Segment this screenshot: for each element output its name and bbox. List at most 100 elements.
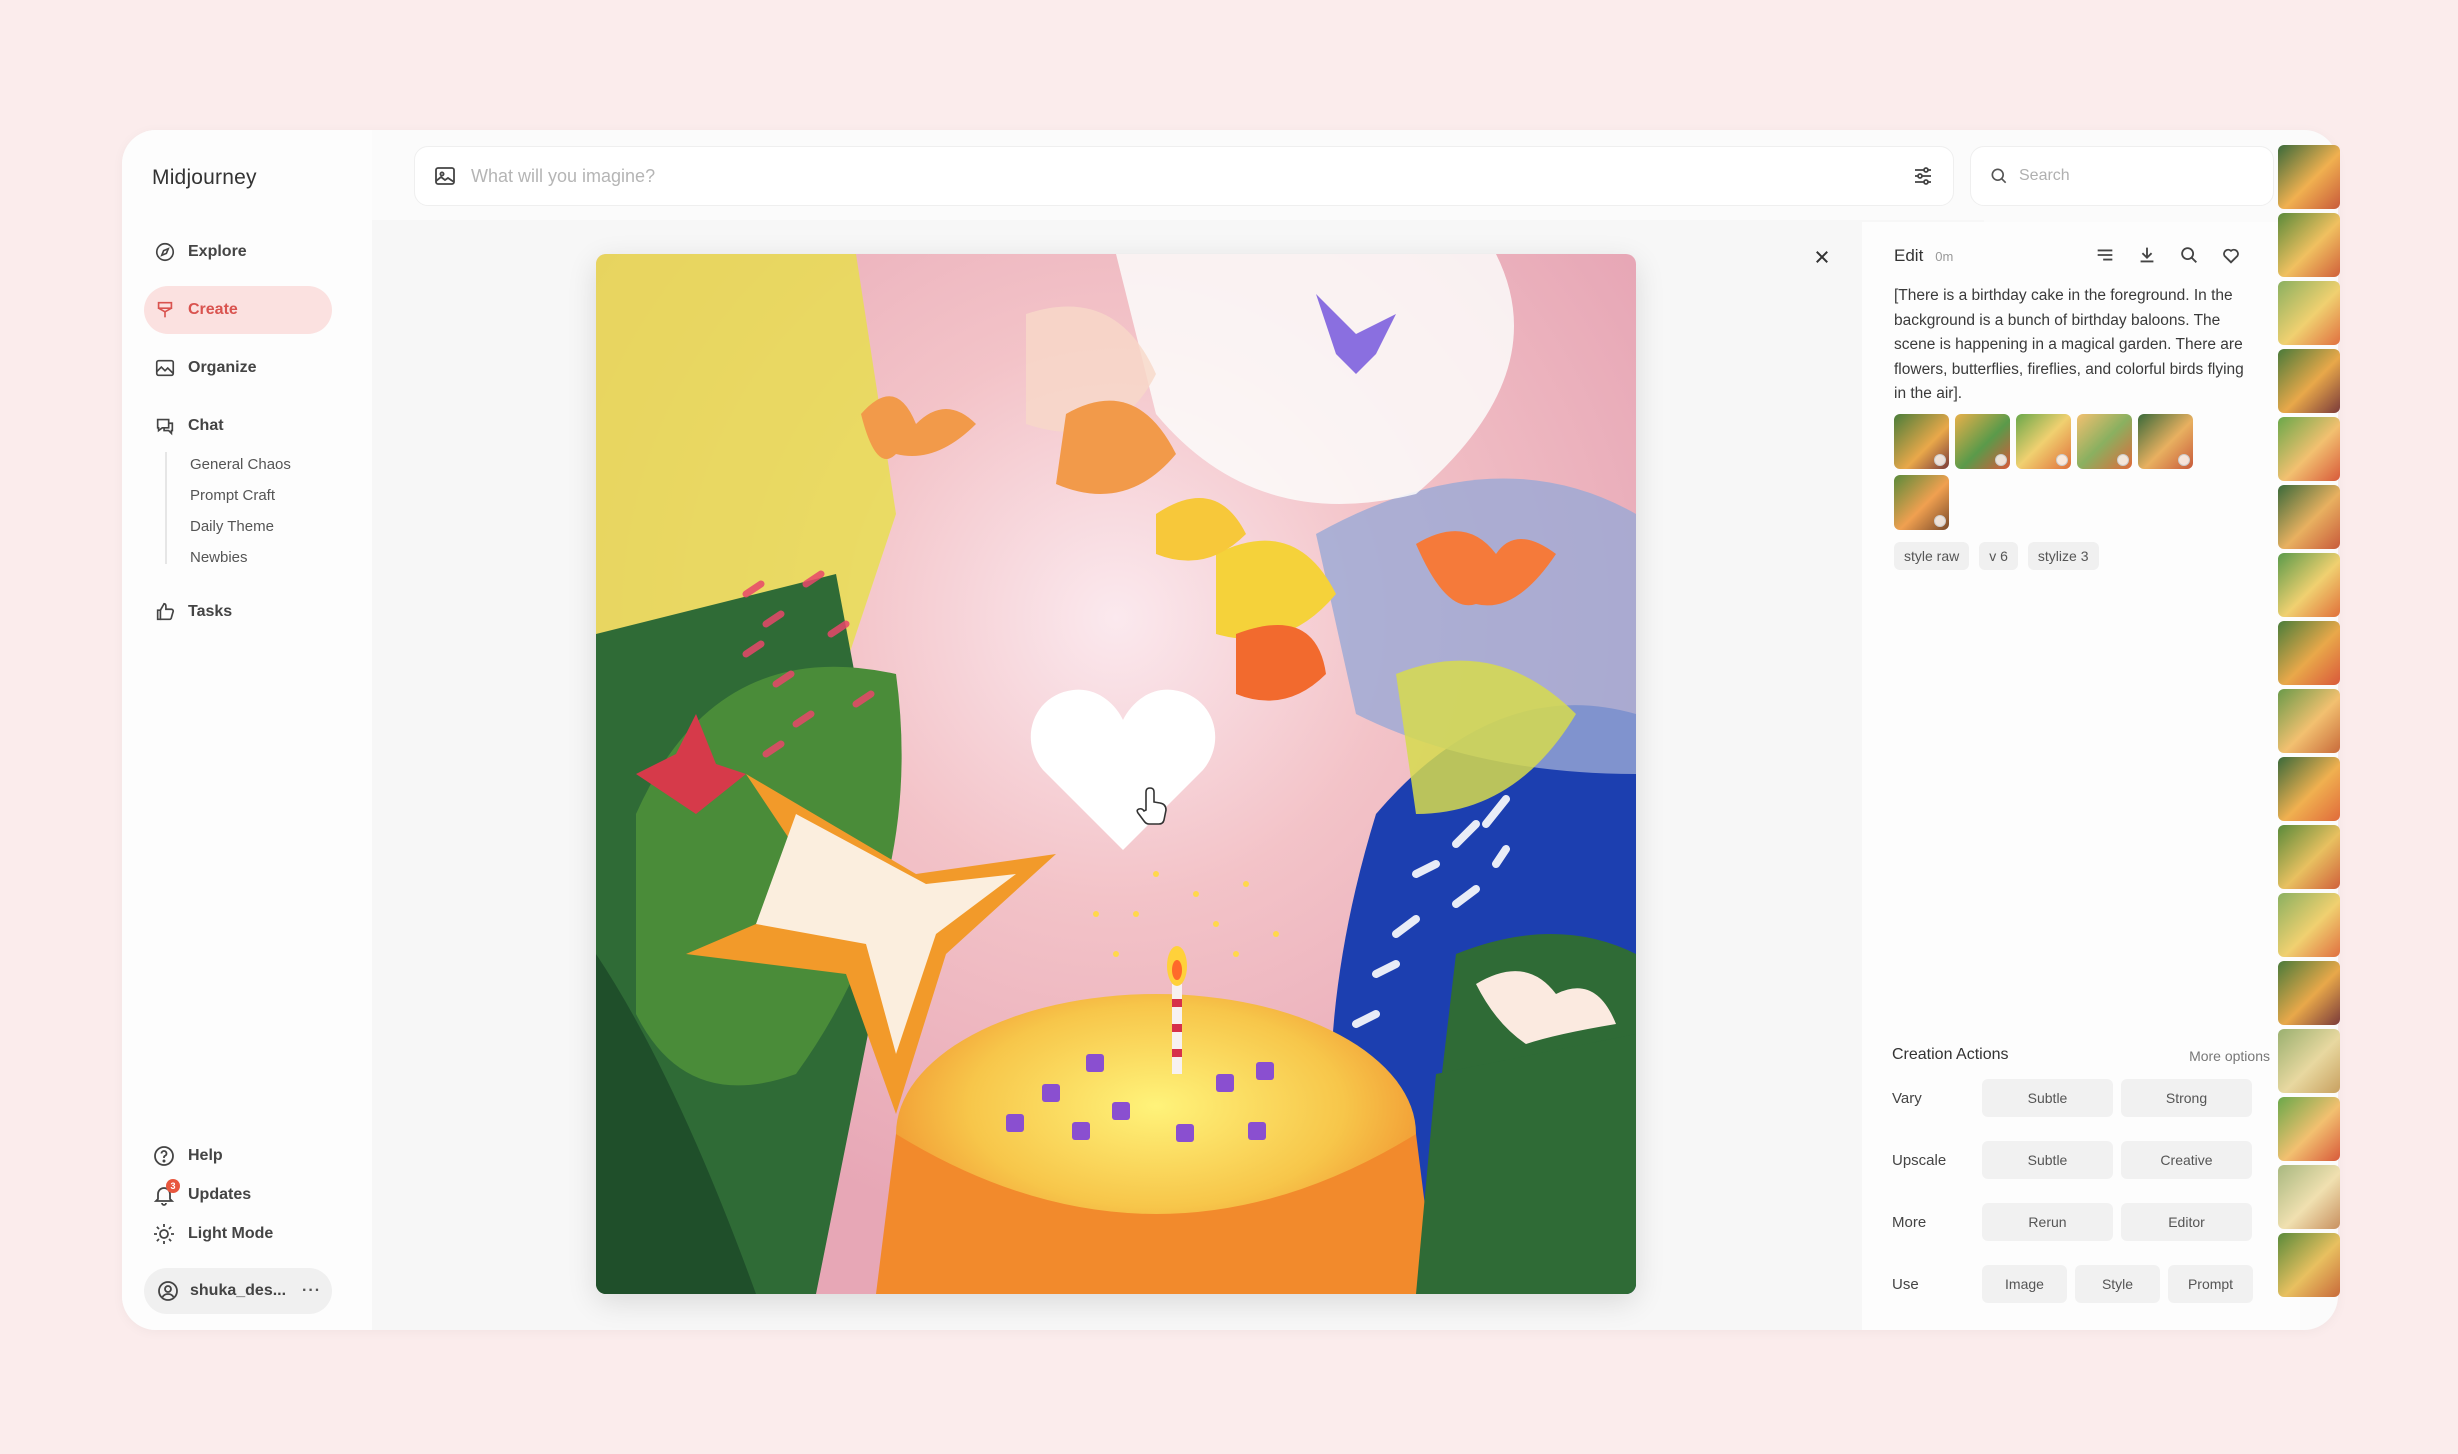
heart-like-icon[interactable] — [1028, 685, 1218, 855]
history-thumbnail[interactable] — [2278, 213, 2340, 277]
sidebar-item-chat[interactable]: Chat — [144, 402, 332, 450]
use-prompt-button[interactable]: Prompt — [2168, 1265, 2253, 1303]
history-thumbnail[interactable] — [2278, 757, 2340, 821]
upscale-row: Upscale Subtle Creative — [1892, 1140, 2272, 1180]
imagine-input[interactable] — [471, 165, 1911, 187]
chat-room-daily-theme[interactable]: Daily Theme — [190, 518, 274, 535]
history-thumbnail[interactable] — [2278, 145, 2340, 209]
history-thumbnail[interactable] — [2278, 893, 2340, 957]
more-icon[interactable]: ··· — [302, 1282, 321, 1300]
sidebar-item-create[interactable]: Create — [144, 286, 332, 334]
tag-style-raw[interactable]: style raw — [1894, 542, 1970, 570]
reference-badge-icon — [1934, 515, 1946, 527]
imagine-bar — [414, 146, 1954, 206]
search-bar — [1970, 146, 2274, 206]
reference-badge-icon — [2117, 454, 2129, 466]
creation-actions-title: Creation Actions — [1892, 1046, 2009, 1063]
chat-room-prompt-craft[interactable]: Prompt Craft — [190, 487, 275, 504]
history-thumbnail[interactable] — [2278, 1029, 2340, 1093]
panel-toolbar — [2094, 244, 2242, 266]
brush-icon — [157, 301, 173, 318]
like-heart-icon[interactable] — [2220, 244, 2242, 266]
help-label: Help — [188, 1147, 223, 1164]
light-mode-label: Light Mode — [188, 1225, 274, 1242]
vary-label: Vary — [1892, 1089, 1922, 1107]
upscale-subtle-button[interactable]: Subtle — [1982, 1141, 2113, 1179]
details-panel: Edit 0m [There is a birthday cake in the… — [1862, 222, 2300, 1330]
vary-subtle-button[interactable]: Subtle — [1982, 1079, 2113, 1117]
updates-link[interactable]: 3 Updates — [152, 1179, 252, 1207]
sidebar-item-label: Chat — [188, 417, 224, 434]
history-thumbnail[interactable] — [2278, 689, 2340, 753]
search-zoom-icon[interactable] — [2178, 244, 2200, 266]
upscale-creative-button[interactable]: Creative — [2121, 1141, 2252, 1179]
history-thumbnail[interactable] — [2278, 485, 2340, 549]
rerun-button[interactable]: Rerun — [1982, 1203, 2113, 1241]
reference-thumbnail[interactable] — [1894, 414, 1949, 469]
panel-header: Edit 0m — [1894, 246, 1953, 266]
tag-version[interactable]: v 6 — [1979, 542, 2018, 570]
history-thumbnail[interactable] — [2278, 553, 2340, 617]
download-icon[interactable] — [2136, 244, 2158, 266]
reference-images — [1894, 414, 2214, 530]
prompt-text[interactable]: [There is a birthday cake in the foregro… — [1894, 284, 2246, 407]
image-upload-icon[interactable] — [433, 164, 457, 188]
use-style-button[interactable]: Style — [2075, 1265, 2160, 1303]
search-input[interactable] — [2019, 167, 2255, 185]
updates-label: Updates — [188, 1186, 252, 1203]
close-button[interactable] — [1807, 242, 1837, 272]
bell-wrap: 3 — [152, 1179, 180, 1207]
sun-icon — [154, 1224, 174, 1244]
sidebar-item-label: Create — [188, 301, 238, 318]
compass-icon — [155, 242, 175, 262]
light-mode-toggle[interactable]: Light Mode — [152, 1222, 273, 1246]
history-thumbnail[interactable] — [2278, 417, 2340, 481]
sidebar-item-label: Organize — [188, 359, 257, 376]
username: shuka_des... — [190, 1282, 287, 1299]
reference-badge-icon — [2178, 454, 2190, 466]
history-thumbnail[interactable] — [2278, 281, 2340, 345]
sidebar-item-explore[interactable]: Explore — [144, 228, 332, 276]
sidebar-item-organize[interactable]: Organize — [144, 344, 332, 392]
tag-stylize[interactable]: stylize 3 — [2027, 542, 2099, 570]
use-row: Use Image Style Prompt — [1892, 1264, 2272, 1304]
use-image-button[interactable]: Image — [1982, 1265, 2067, 1303]
list-icon[interactable] — [2094, 244, 2116, 266]
more-options-link[interactable]: More options — [2189, 1048, 2270, 1064]
timestamp: 0m — [1935, 249, 1954, 264]
reference-thumbnail[interactable] — [2077, 414, 2132, 469]
history-thumbnail[interactable] — [2278, 825, 2340, 889]
upscale-label: Upscale — [1892, 1151, 1947, 1169]
history-thumbnail[interactable] — [2278, 349, 2340, 413]
brand-logo[interactable]: Midjourney — [152, 166, 257, 190]
sidebar-item-tasks[interactable]: Tasks — [144, 588, 332, 636]
user-chip[interactable]: shuka_des... ··· — [144, 1268, 332, 1314]
editor-button[interactable]: Editor — [2121, 1203, 2252, 1241]
reference-thumbnail[interactable] — [2016, 414, 2071, 469]
more-label: More — [1892, 1213, 1927, 1231]
reference-thumbnail[interactable] — [2138, 414, 2193, 469]
chat-tree-line — [165, 452, 167, 564]
reference-thumbnail[interactable] — [1955, 414, 2010, 469]
app-window: Midjourney Explore Create Organize Chat … — [122, 130, 2338, 1330]
history-thumbnail[interactable] — [2278, 961, 2340, 1025]
sidebar-item-label: Tasks — [188, 603, 233, 620]
image-icon — [155, 359, 175, 377]
chat-room-newbies[interactable]: Newbies — [190, 549, 248, 566]
history-thumbnail[interactable] — [2278, 621, 2340, 685]
chat-room-general-chaos[interactable]: General Chaos — [190, 456, 291, 473]
vary-row: Vary Subtle Strong — [1892, 1078, 2272, 1118]
help-link[interactable]: Help — [152, 1144, 223, 1168]
vary-strong-button[interactable]: Strong — [2121, 1079, 2252, 1117]
reference-thumbnail[interactable] — [1894, 475, 1949, 530]
history-thumbnail-strip — [2278, 145, 2340, 1310]
reference-badge-icon — [1995, 454, 2007, 466]
history-thumbnail[interactable] — [2278, 1165, 2340, 1229]
history-thumbnail[interactable] — [2278, 1097, 2340, 1161]
history-thumbnail[interactable] — [2278, 1233, 2340, 1297]
sidebar: Midjourney Explore Create Organize Chat … — [122, 130, 372, 1330]
reference-badge-icon — [1934, 454, 1946, 466]
settings-sliders-icon[interactable] — [1911, 164, 1935, 188]
edit-label[interactable]: Edit — [1894, 246, 1923, 266]
close-icon — [1816, 251, 1828, 263]
